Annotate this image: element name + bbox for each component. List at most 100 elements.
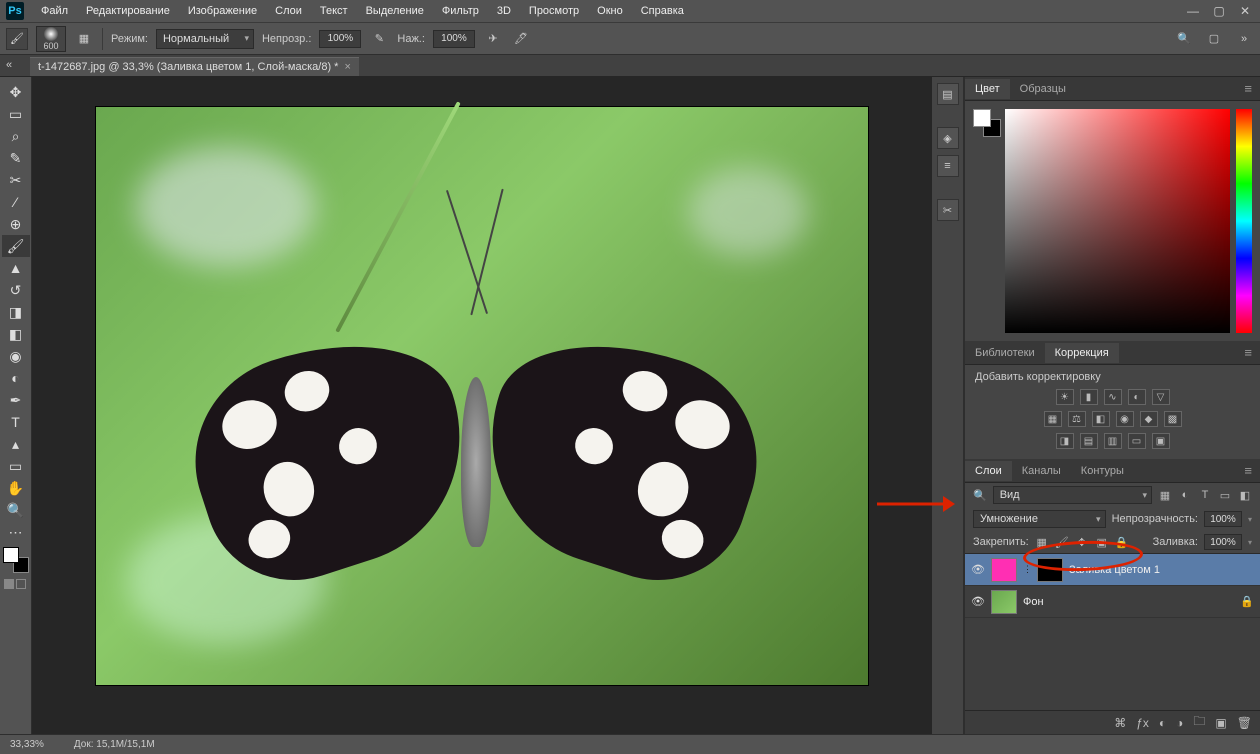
hue-slider[interactable] (1236, 109, 1252, 333)
color-picker[interactable] (965, 101, 1260, 341)
menu-3d[interactable]: 3D (490, 2, 518, 20)
menu-help[interactable]: Справка (634, 2, 691, 20)
lock-all-icon[interactable]: 🔒 (1115, 535, 1129, 549)
color-fgbg[interactable] (973, 109, 999, 135)
mask-icon[interactable]: ◐ (1159, 716, 1166, 730)
lock-position-icon[interactable]: ✥ (1075, 535, 1089, 549)
fx-icon[interactable]: ƒx (1136, 716, 1149, 730)
stamp-tool[interactable]: ▲ (2, 257, 30, 279)
eyedropper-tool[interactable]: ⁄ (2, 191, 30, 213)
lock-artboard-icon[interactable]: ▣ (1095, 535, 1109, 549)
visibility-icon[interactable]: 👁 (971, 595, 985, 608)
layer-thumbnail[interactable] (991, 558, 1017, 582)
tab-adjustments[interactable]: Коррекция (1045, 343, 1119, 363)
mask-thumbnail[interactable] (1037, 558, 1063, 582)
eraser-tool[interactable]: ◨ (2, 301, 30, 323)
healing-tool[interactable]: ⊕ (2, 213, 30, 235)
marquee-tool[interactable]: ▭ (2, 103, 30, 125)
move-tool[interactable]: ✥ (2, 81, 30, 103)
exposure-icon[interactable]: ◐ (1128, 389, 1146, 405)
tab-color[interactable]: Цвет (965, 79, 1010, 99)
workspace-icon[interactable]: ▢ (1204, 29, 1224, 49)
gradient-tool[interactable]: ◧ (2, 323, 30, 345)
layer-row[interactable]: 👁 ⋮ Заливка цветом 1 (965, 554, 1260, 586)
search-icon[interactable]: 🔍 (1174, 29, 1194, 49)
bw-icon[interactable]: ◧ (1092, 411, 1110, 427)
dodge-tool[interactable]: ◐ (2, 367, 30, 389)
crop-tool[interactable]: ✂ (2, 169, 30, 191)
flow-input[interactable]: 100% (433, 30, 475, 48)
panel-menu-icon[interactable]: ≡ (1236, 345, 1260, 360)
hand-tool[interactable]: ✋ (2, 477, 30, 499)
zoom-level[interactable]: 33,33% (10, 739, 44, 750)
balance-icon[interactable]: ⚖ (1068, 411, 1086, 427)
blur-tool[interactable]: ◉ (2, 345, 30, 367)
brush-tool[interactable]: 🖌 (2, 235, 30, 257)
zoom-tool[interactable]: 🔍 (2, 499, 30, 521)
opacity-input[interactable]: 100% (319, 30, 361, 48)
character-panel-icon[interactable]: ≡ (937, 155, 959, 177)
close-icon[interactable]: ✕ (1236, 4, 1254, 18)
tab-libraries[interactable]: Библиотеки (965, 343, 1045, 363)
lasso-tool[interactable]: ⌕ (2, 125, 30, 147)
tab-close-icon[interactable]: × (344, 61, 350, 73)
levels-icon[interactable]: ▮ (1080, 389, 1098, 405)
gradient-map-icon[interactable]: ▭ (1128, 433, 1146, 449)
photo-filter-icon[interactable]: ◉ (1116, 411, 1134, 427)
filter-pixel-icon[interactable]: ▦ (1158, 488, 1172, 502)
mixer-icon[interactable]: ◆ (1140, 411, 1158, 427)
adjustment-icon[interactable]: ◑ (1176, 716, 1183, 730)
expand-icon[interactable]: » (1234, 29, 1254, 49)
threshold-icon[interactable]: ▥ (1104, 433, 1122, 449)
curves-icon[interactable]: ∿ (1104, 389, 1122, 405)
history-brush-tool[interactable]: ↺ (2, 279, 30, 301)
airbrush-icon[interactable]: ✈ (483, 29, 503, 49)
quick-mask-toggle[interactable] (4, 579, 28, 589)
menu-select[interactable]: Выделение (359, 2, 431, 20)
hue-icon[interactable]: ▦ (1044, 411, 1062, 427)
filter-shape-icon[interactable]: ▭ (1218, 488, 1232, 502)
selective-icon[interactable]: ▣ (1152, 433, 1170, 449)
filter-smart-icon[interactable]: ◧ (1238, 488, 1252, 502)
blend-mode-select[interactable]: Нормальный (156, 29, 254, 49)
layer-row[interactable]: 👁 Фон 🔒 (965, 586, 1260, 618)
posterize-icon[interactable]: ▤ (1080, 433, 1098, 449)
tab-channels[interactable]: Каналы (1012, 461, 1071, 481)
visibility-icon[interactable]: 👁 (971, 563, 985, 576)
canvas-area[interactable] (32, 77, 932, 734)
mask-link-icon[interactable]: ⋮ (1023, 564, 1031, 575)
tab-swatches[interactable]: Образцы (1010, 79, 1076, 99)
path-select-tool[interactable]: ▴ (2, 433, 30, 455)
lookup-icon[interactable]: ▩ (1164, 411, 1182, 427)
edit-toolbar[interactable]: ⋯ (2, 521, 30, 543)
tab-paths[interactable]: Контуры (1071, 461, 1134, 481)
color-swatch[interactable] (3, 547, 29, 573)
lock-transparent-icon[interactable]: ▦ (1035, 535, 1049, 549)
fill-input[interactable]: 100% (1204, 534, 1242, 550)
menu-file[interactable]: Файл (34, 2, 75, 20)
doc-size[interactable]: Док: 15,1M/15,1M (74, 739, 155, 750)
link-layers-icon[interactable]: ⌘ (1114, 716, 1126, 730)
quick-select-tool[interactable]: ✎ (2, 147, 30, 169)
current-tool-icon[interactable]: 🖌 (6, 28, 28, 50)
document-canvas[interactable] (96, 107, 868, 685)
maximize-icon[interactable]: ▢ (1210, 4, 1228, 18)
layer-filter-select[interactable]: Вид (993, 486, 1152, 504)
layer-name[interactable]: Заливка цветом 1 (1069, 564, 1160, 576)
brush-preset[interactable]: 600 (36, 26, 66, 52)
history-panel-icon[interactable]: ▤ (937, 83, 959, 105)
brightness-icon[interactable]: ☀ (1056, 389, 1074, 405)
panel-menu-icon[interactable]: ≡ (1236, 463, 1260, 478)
pressure-size-icon[interactable]: 🖊 (511, 29, 531, 49)
blend-mode-select[interactable]: Умножение (973, 510, 1106, 528)
pen-tool[interactable]: ✒ (2, 389, 30, 411)
brush-panel-icon[interactable]: ▦ (74, 29, 94, 49)
layer-name[interactable]: Фон (1023, 596, 1044, 608)
menu-image[interactable]: Изображение (181, 2, 264, 20)
menu-layers[interactable]: Слои (268, 2, 309, 20)
delete-icon[interactable]: 🗑 (1237, 716, 1252, 730)
lock-paint-icon[interactable]: 🖌 (1055, 535, 1069, 549)
layer-opacity-input[interactable]: 100% (1204, 511, 1242, 527)
layer-thumbnail[interactable] (991, 590, 1017, 614)
menu-text[interactable]: Текст (313, 2, 355, 20)
